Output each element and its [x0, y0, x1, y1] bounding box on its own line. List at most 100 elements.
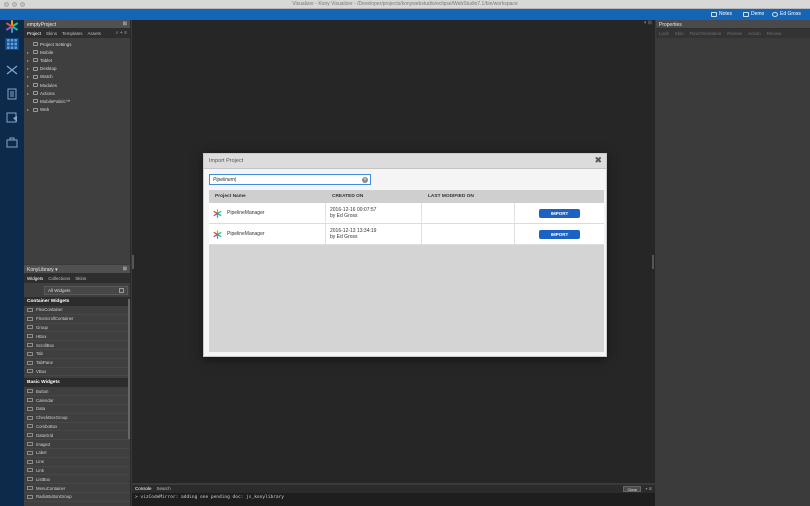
widget-icon	[27, 307, 33, 312]
tab-review[interactable]: Review	[727, 31, 742, 36]
tab-widgets[interactable]: Widgets	[27, 276, 43, 281]
tree-item-web[interactable]: ▸ Web	[24, 106, 130, 114]
notes-button[interactable]: Notes	[711, 11, 732, 17]
tab-action[interactable]: Action	[748, 31, 761, 36]
action-cell: IMPORT	[515, 203, 604, 223]
widget-item[interactable]: RadioButtonGroup	[24, 493, 130, 502]
tab-templates[interactable]: Templates	[62, 31, 83, 36]
tree-item-label: Project Settings	[40, 41, 72, 47]
left-resize-handle[interactable]	[132, 255, 134, 269]
widget-item[interactable]: FlexScrollContainer	[24, 315, 130, 324]
clear-search-icon[interactable]: ×	[362, 177, 368, 183]
tree-item-label: MobileFabric™	[40, 98, 71, 104]
fabric-icon	[33, 99, 38, 104]
widget-item[interactable]: ComboBox	[24, 423, 130, 432]
widget-item[interactable]: HBox	[24, 332, 130, 342]
properties-title: Properties	[659, 22, 682, 28]
tab-review-2[interactable]: Review	[767, 31, 782, 36]
widget-item[interactable]: Link	[24, 467, 130, 476]
widget-icon	[27, 433, 33, 438]
user-icon	[772, 11, 778, 17]
widget-filter-select[interactable]: All Widgets	[44, 286, 128, 295]
library-selector[interactable]: KonyLibrary ▾	[27, 267, 58, 273]
project-name-text: PipelineManager	[227, 210, 265, 216]
tab-search[interactable]: Search	[157, 486, 171, 492]
tree-item-label: Modules	[40, 82, 58, 88]
widget-label: TabPane	[36, 360, 53, 366]
tree-item-project-settings[interactable]: Project Settings	[24, 40, 130, 48]
clear-console-button[interactable]: Clear	[623, 486, 641, 492]
widget-label: Image2	[36, 441, 51, 447]
tablet-icon	[33, 58, 38, 63]
canvas-controls-icon[interactable]: ▾ ⊠	[644, 20, 652, 26]
widget-label: FlexContainer	[36, 307, 63, 313]
preview-icon[interactable]	[5, 112, 19, 124]
panel-close-icon[interactable]: ⊠	[123, 266, 127, 272]
widget-item[interactable]: Group	[24, 324, 130, 333]
widget-item[interactable]: Data	[24, 405, 130, 414]
tab-look[interactable]: Look	[659, 31, 669, 36]
widget-item[interactable]: Label	[24, 449, 130, 458]
widget-item[interactable]: Calendar	[24, 396, 130, 405]
design-grid-icon[interactable]	[5, 38, 19, 50]
properties-tabs: Look Skin Flex/Orientation Review Action…	[656, 29, 810, 38]
library-scrollbar[interactable]	[128, 299, 130, 439]
web-icon	[33, 107, 38, 112]
tree-item-modules[interactable]: ▸ Modules	[24, 81, 130, 89]
table-row[interactable]: PipelineManager 2016-12-13 13:34:19 by E…	[209, 224, 604, 245]
user-menu[interactable]: Ed Gross	[772, 11, 801, 17]
widget-item[interactable]: Button	[24, 387, 130, 397]
last-modified-cell	[422, 224, 515, 244]
tab-skin[interactable]: Skin	[675, 31, 684, 36]
tab-project[interactable]: Project	[27, 31, 41, 36]
console-controls-icon[interactable]: ▾ ⊠	[646, 486, 652, 491]
widget-label: RadioButtonGroup	[36, 494, 72, 500]
widget-filter-value: All Widgets	[48, 288, 71, 293]
widget-icon	[27, 351, 33, 356]
project-search-input[interactable]: Pipelinem| ×	[209, 174, 371, 185]
tab-collections[interactable]: Collections	[48, 276, 70, 281]
tree-item-desktop[interactable]: ▸ Desktop	[24, 65, 130, 73]
tree-item-actions[interactable]: ▸ Actions	[24, 89, 130, 97]
notes-label: Notes	[719, 11, 733, 17]
widget-label: CheckBoxGroup	[36, 415, 68, 421]
widget-icon	[27, 398, 33, 403]
widget-icon	[27, 334, 33, 339]
document-icon[interactable]	[5, 88, 19, 100]
tree-item-mobile[interactable]: ▸ Mobile	[24, 48, 130, 56]
tab-console[interactable]: Console	[135, 486, 152, 492]
right-resize-handle[interactable]	[652, 255, 654, 269]
widget-icon	[27, 406, 33, 411]
widget-item[interactable]: TabPane	[24, 359, 130, 368]
table-row[interactable]: PipelineManager 2016-12-16 00:07:57 by E…	[209, 203, 604, 224]
col-created-on: CREATED ON	[332, 194, 364, 199]
panel-close-icon[interactable]: ⊠	[123, 21, 127, 27]
widget-item[interactable]: ListBox	[24, 475, 130, 485]
tools-icon[interactable]	[5, 64, 19, 76]
tree-item-tablet[interactable]: ▸ Tablet	[24, 56, 130, 64]
widget-item[interactable]: Line	[24, 458, 130, 467]
tree-item-watch[interactable]: ▸ Watch	[24, 73, 130, 81]
tab-lib-skins[interactable]: Skins	[75, 276, 86, 281]
widget-icon	[27, 468, 33, 473]
widget-item[interactable]: VBox	[24, 368, 130, 377]
tree-item-mobilefabric[interactable]: MobileFabric™	[24, 97, 130, 105]
import-button[interactable]: IMPORT	[539, 208, 580, 218]
widget-item[interactable]: MenuContainer	[24, 484, 130, 493]
marketplace-icon[interactable]	[5, 136, 19, 148]
widget-item[interactable]: DataGrid	[24, 431, 130, 441]
tab-assets[interactable]: Assets	[88, 31, 102, 36]
demo-button[interactable]: Demo	[743, 11, 764, 17]
project-name[interactable]: emptyProject	[27, 22, 56, 28]
widget-item[interactable]: ScrollBox	[24, 341, 130, 350]
tab-flex[interactable]: Flex/Orientation	[690, 31, 722, 36]
left-nav	[0, 20, 24, 506]
import-button[interactable]: IMPORT	[539, 229, 580, 239]
widget-item[interactable]: Tab	[24, 350, 130, 359]
tab-skins[interactable]: Skins	[46, 31, 57, 36]
search-icon[interactable]: ⌕ + ≡	[116, 30, 127, 36]
widget-item[interactable]: FlexContainer	[24, 306, 130, 315]
widget-item[interactable]: Image2	[24, 440, 130, 449]
close-icon[interactable]: ✖	[594, 156, 602, 165]
widget-item[interactable]: CheckBoxGroup	[24, 414, 130, 423]
